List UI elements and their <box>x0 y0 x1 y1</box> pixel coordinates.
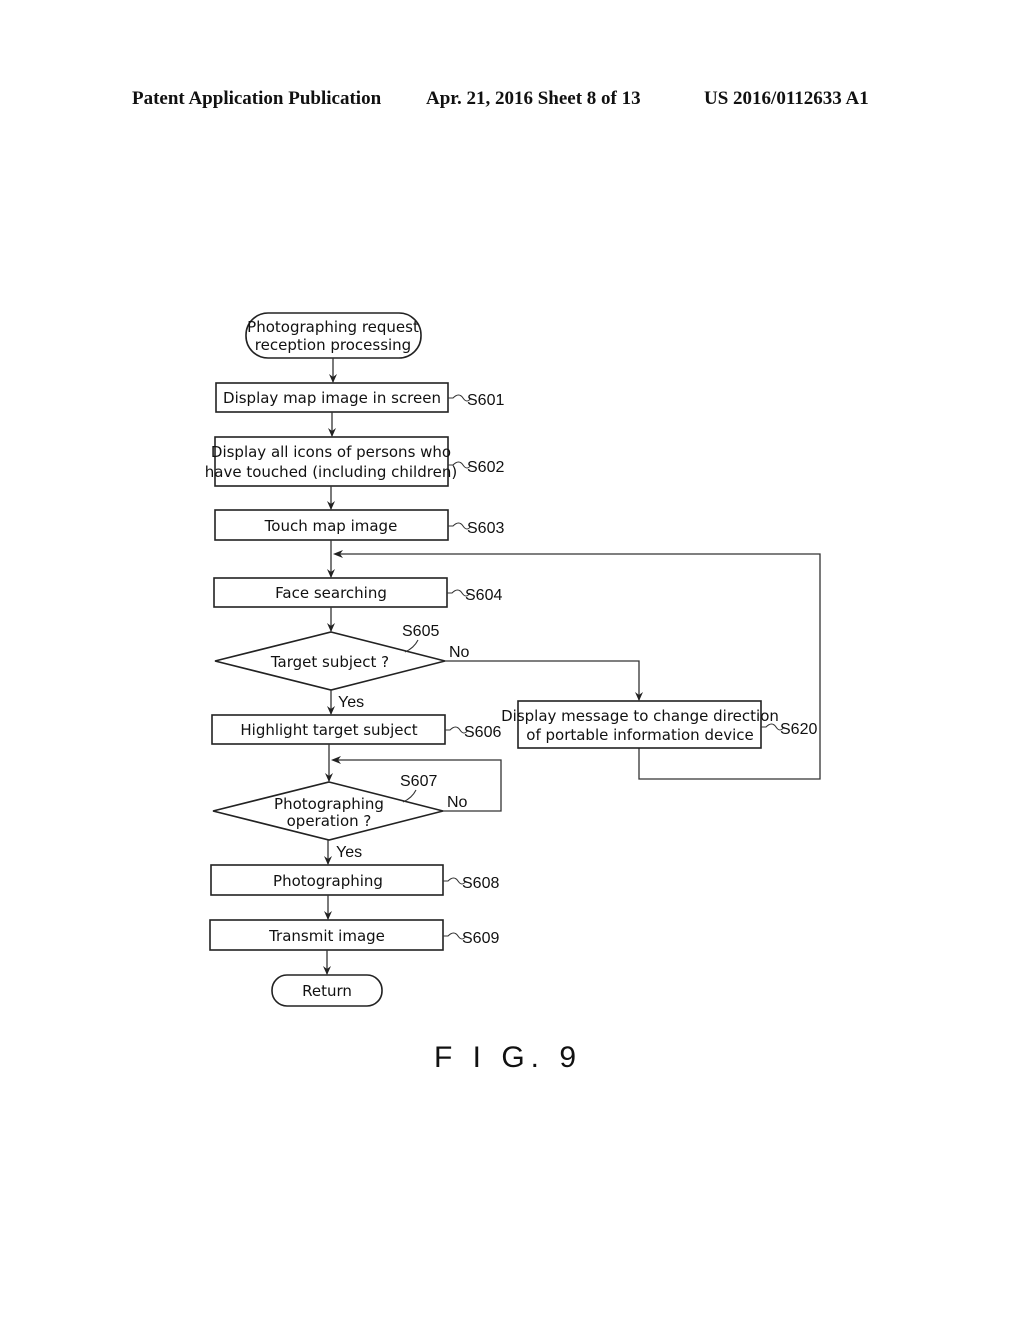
arrow-s605-no-s620 <box>445 660 643 701</box>
decision-s605: Target subject ? <box>214 631 446 691</box>
step-s604: Face searching <box>213 577 448 608</box>
return-terminal: Return <box>271 974 383 1007</box>
start-terminal: Photographing request reception processi… <box>245 312 422 359</box>
step-s609: Transmit image <box>209 919 444 951</box>
s602-label: S602 <box>467 459 504 476</box>
s620-text-2: of portable information device <box>526 726 753 744</box>
s603-label: S603 <box>467 520 504 537</box>
decision-s607: Photographing operation ? <box>212 781 444 841</box>
s607-text-2: operation ? <box>287 812 372 830</box>
s608-label: S608 <box>462 875 499 892</box>
figure-label: F I G. 9 <box>434 1041 582 1074</box>
s606-label: S606 <box>464 724 501 741</box>
s602-text-2: have touched (including children) <box>205 463 457 481</box>
step-s606: Highlight target subject <box>211 714 446 745</box>
s605-yes-label: Yes <box>338 694 364 711</box>
s605-no-label: No <box>449 644 470 661</box>
s601-text: Display map image in screen <box>223 389 441 407</box>
step-s602: Display all icons of persons who have to… <box>205 436 457 487</box>
step-s601: Display map image in screen <box>215 382 449 413</box>
s607-leader <box>402 789 417 803</box>
s604-label: S604 <box>465 587 502 604</box>
s609-text: Transmit image <box>268 927 385 945</box>
s603-text: Touch map image <box>264 517 398 535</box>
s605-text: Target subject ? <box>270 653 389 671</box>
s601-label: S601 <box>467 392 504 409</box>
flowchart: Photographing request reception processi… <box>205 312 821 1074</box>
s606-text: Highlight target subject <box>240 721 417 739</box>
s605-leader <box>404 639 419 653</box>
step-s620: Display message to change direction of p… <box>501 700 779 749</box>
start-line-2: reception processing <box>255 336 411 354</box>
return-text: Return <box>302 982 352 1000</box>
start-line-1: Photographing request <box>247 318 419 336</box>
s607-no-label: No <box>447 794 468 811</box>
s607-yes-label: Yes <box>336 844 362 861</box>
s609-label: S609 <box>462 930 499 947</box>
s608-text: Photographing <box>273 872 383 890</box>
s607-label: S607 <box>400 773 437 790</box>
step-s608: Photographing <box>210 864 444 896</box>
s604-text: Face searching <box>275 584 387 602</box>
s605-label: S605 <box>402 623 439 640</box>
s620-text-1: Display message to change direction <box>501 707 779 725</box>
s607-text-1: Photographing <box>274 795 384 813</box>
step-s603: Touch map image <box>214 509 449 541</box>
s602-text-1: Display all icons of persons who <box>211 443 451 461</box>
s620-label: S620 <box>780 721 817 738</box>
